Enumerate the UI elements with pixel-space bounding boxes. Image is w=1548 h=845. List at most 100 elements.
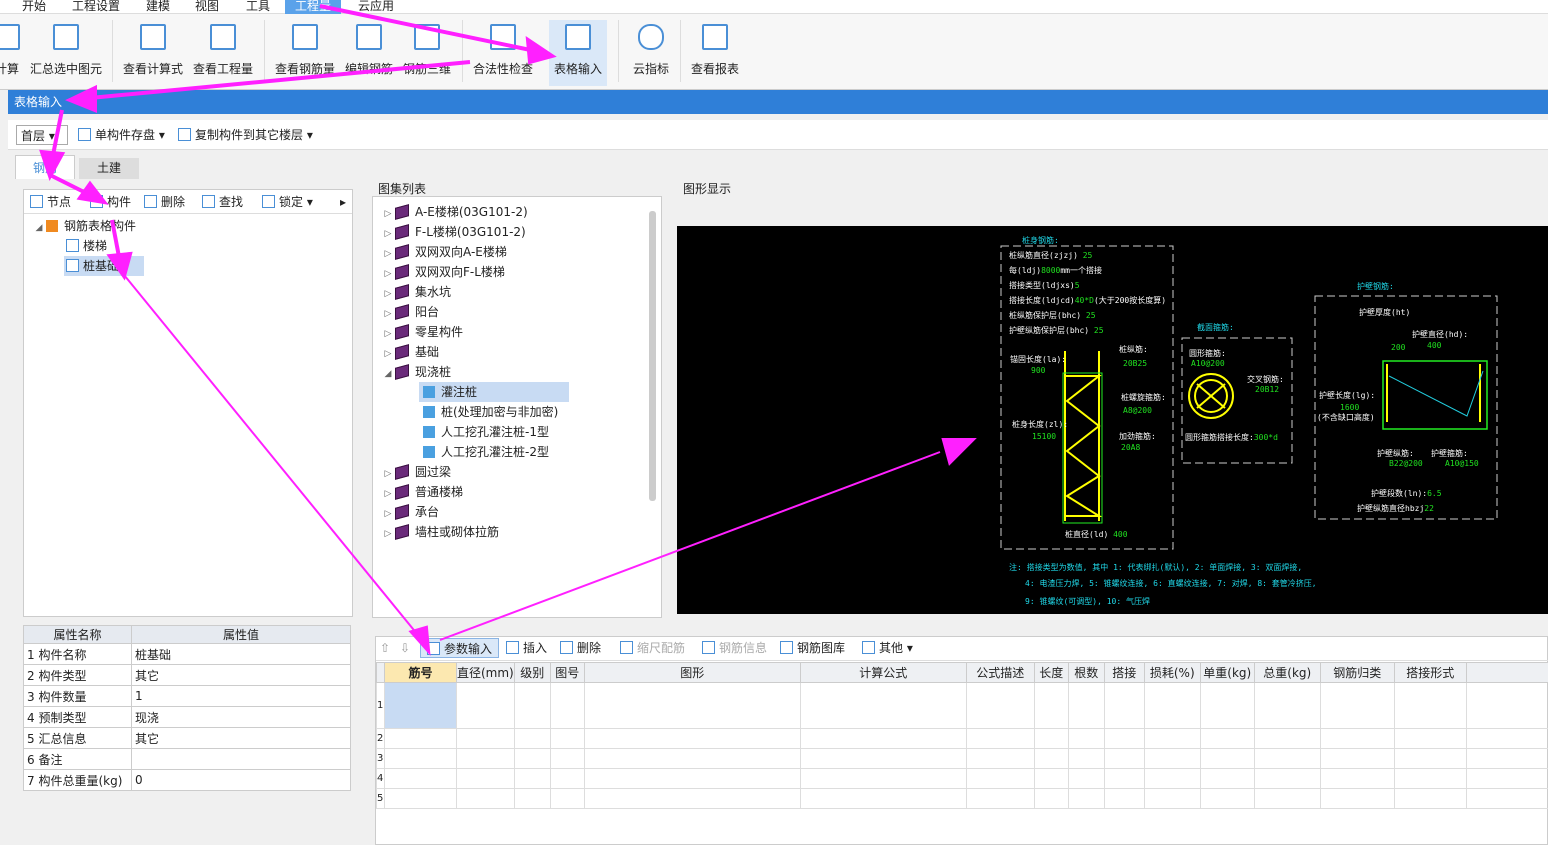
- column-header[interactable]: 图号: [549, 662, 585, 683]
- grid-cell[interactable]: [1067, 728, 1105, 749]
- column-header[interactable]: 钢筋归类: [1319, 662, 1395, 683]
- grid-cell[interactable]: [1199, 768, 1255, 789]
- column-header[interactable]: 搭接: [1103, 662, 1145, 683]
- grid-cell[interactable]: [456, 748, 515, 769]
- tree-item-stair[interactable]: 楼梯: [32, 236, 332, 256]
- grid-tool-button[interactable]: 参数输入: [420, 638, 500, 658]
- grid-cell[interactable]: [384, 682, 457, 729]
- grid-cell[interactable]: [1319, 768, 1395, 789]
- property-row[interactable]: 1 构件名称 桩基础: [23, 643, 351, 665]
- grid-cell[interactable]: [513, 682, 551, 729]
- grid-cell[interactable]: [513, 728, 551, 749]
- grid-cell[interactable]: [1103, 748, 1145, 769]
- grid-cell[interactable]: [1143, 748, 1201, 769]
- expand-icon[interactable]: ▷: [381, 504, 395, 524]
- grid-cell[interactable]: [1393, 788, 1467, 809]
- column-header[interactable]: 损耗(%): [1143, 662, 1201, 683]
- column-header[interactable]: 公式描述: [965, 662, 1035, 683]
- grid-cell[interactable]: [1033, 682, 1069, 729]
- view-rebar-button[interactable]: 查看钢筋量: [272, 20, 338, 86]
- grid-cell[interactable]: [456, 682, 515, 729]
- grid-cell[interactable]: [583, 748, 801, 769]
- grid-tool-button[interactable]: 钢筋信息: [702, 638, 767, 658]
- column-header[interactable]: 计算公式: [799, 662, 967, 683]
- grid-cell[interactable]: [1103, 682, 1145, 729]
- summarize-selected-button[interactable]: 汇总选中图元: [28, 20, 104, 86]
- grid-cell[interactable]: [1465, 748, 1548, 769]
- property-value[interactable]: 桩基础: [131, 643, 351, 665]
- grid-cell[interactable]: [456, 728, 515, 749]
- table-row[interactable]: 3: [376, 748, 1548, 769]
- atlas-item[interactable]: ▷ 零星构件: [381, 322, 641, 342]
- expand-icon[interactable]: ▷: [381, 484, 395, 504]
- grid-cell[interactable]: [549, 728, 585, 749]
- atlas-item[interactable]: ▷ 双网双向A-E楼梯: [381, 242, 641, 262]
- tree-item-pile-foundation[interactable]: 桩基础: [64, 256, 144, 276]
- expand-icon[interactable]: ▷: [381, 244, 395, 264]
- table-row[interactable]: 5: [376, 788, 1548, 809]
- find-button[interactable]: 查找: [202, 192, 243, 212]
- view-report-button[interactable]: 查看报表: [688, 20, 742, 86]
- column-header[interactable]: 总重(kg): [1253, 662, 1321, 683]
- grid-cell[interactable]: [1393, 728, 1467, 749]
- table-row[interactable]: 4: [376, 768, 1548, 789]
- atlas-child-item[interactable]: 桩(处理加密与非加密): [419, 402, 569, 422]
- grid-cell[interactable]: [1253, 788, 1321, 809]
- atlas-item[interactable]: ▷ 圆过梁: [381, 462, 641, 482]
- grid-cell[interactable]: [583, 728, 801, 749]
- grid-cell[interactable]: [1033, 768, 1069, 789]
- grid-cell[interactable]: [549, 682, 585, 729]
- property-value[interactable]: [131, 748, 351, 770]
- expand-icon[interactable]: ▷: [381, 284, 395, 304]
- property-row[interactable]: 5 汇总信息 其它: [23, 727, 351, 749]
- save-component-button[interactable]: 单构件存盘 ▾: [78, 125, 165, 145]
- more-icon[interactable]: ▸: [340, 192, 346, 212]
- menu-tools[interactable]: 工具: [236, 0, 280, 14]
- expand-icon[interactable]: ▷: [381, 224, 395, 244]
- validity-check-button[interactable]: 合法性检查: [470, 20, 536, 86]
- menu-cloud[interactable]: 云应用: [348, 0, 404, 14]
- grid-cell[interactable]: [583, 788, 801, 809]
- atlas-item[interactable]: ▷ 墙柱或砌体拉筋: [381, 522, 641, 542]
- rebar-3d-button[interactable]: 钢筋三维: [400, 20, 454, 86]
- expand-icon[interactable]: ▷: [381, 524, 395, 544]
- grid-cell[interactable]: [1319, 728, 1395, 749]
- expand-icon[interactable]: ▷: [381, 204, 395, 224]
- grid-cell[interactable]: [549, 768, 585, 789]
- view-quantity-button[interactable]: 查看工程量: [190, 20, 256, 86]
- column-header[interactable]: 筋号: [384, 662, 457, 683]
- grid-cell[interactable]: [1393, 682, 1467, 729]
- grid-cell[interactable]: [1319, 788, 1395, 809]
- grid-cell[interactable]: [1067, 682, 1105, 729]
- property-row[interactable]: 4 预制类型 现浇: [23, 706, 351, 728]
- property-row[interactable]: 6 备注: [23, 748, 351, 770]
- menu-project-settings[interactable]: 工程设置: [62, 0, 130, 14]
- component-button[interactable]: 构件: [90, 192, 131, 212]
- tab-rebar[interactable]: 钢筋: [15, 155, 75, 179]
- atlas-item[interactable]: ▷ A-E楼梯(03G101-2): [381, 202, 641, 222]
- edit-rebar-button[interactable]: 编辑钢筋: [342, 20, 396, 86]
- menu-modeling[interactable]: 建模: [136, 0, 180, 14]
- grid-tool-button[interactable]: 缩尺配筋: [620, 638, 685, 658]
- grid-cell[interactable]: [583, 768, 801, 789]
- expand-icon[interactable]: ▷: [381, 464, 395, 484]
- grid-cell[interactable]: [384, 748, 457, 769]
- tab-civil[interactable]: 土建: [79, 158, 139, 179]
- grid-cell[interactable]: [965, 748, 1035, 769]
- delete-button[interactable]: 删除: [144, 192, 185, 212]
- collapse-icon[interactable]: ◢: [32, 218, 46, 238]
- copy-to-floor-button[interactable]: 复制构件到其它楼层 ▾: [178, 125, 313, 145]
- grid-cell[interactable]: [1143, 768, 1201, 789]
- property-value[interactable]: 其它: [131, 727, 351, 749]
- grid-cell[interactable]: [1143, 728, 1201, 749]
- grid-cell[interactable]: [1067, 788, 1105, 809]
- property-value[interactable]: 现浇: [131, 706, 351, 728]
- menu-quantity[interactable]: 工程量: [285, 0, 342, 14]
- grid-cell[interactable]: [965, 682, 1035, 729]
- grid-cell[interactable]: [1143, 788, 1201, 809]
- table-input-button[interactable]: 表格输入: [549, 20, 607, 86]
- grid-tool-button[interactable]: 其他 ▾: [862, 638, 913, 658]
- atlas-item[interactable]: ◢ 现浇桩: [381, 362, 641, 382]
- floor-select[interactable]: 首层 ▾: [16, 125, 68, 145]
- grid-cell[interactable]: [1319, 748, 1395, 769]
